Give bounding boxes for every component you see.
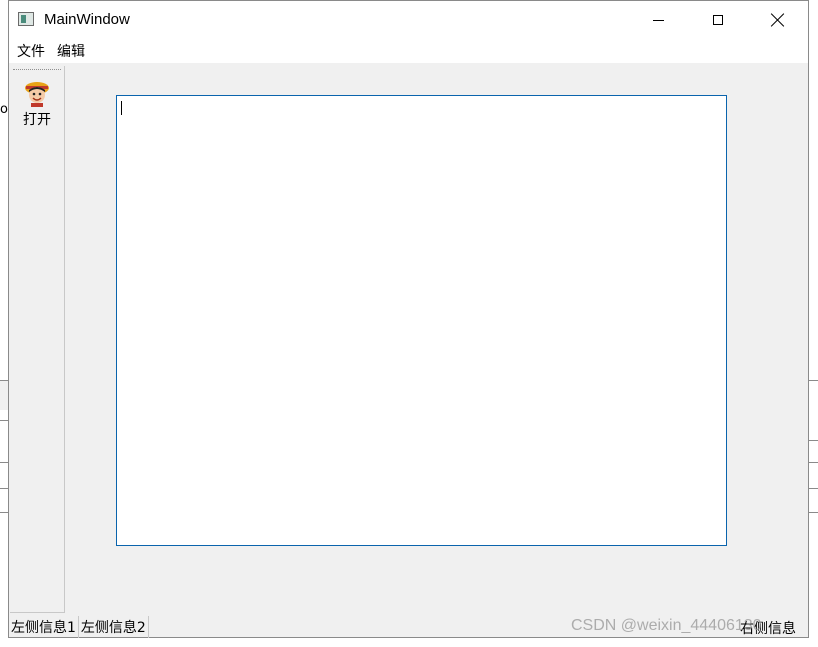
- minimize-icon: [652, 19, 664, 21]
- background-divider: [0, 512, 8, 513]
- toolbar: 打开: [10, 66, 65, 613]
- open-button-label: 打开: [23, 112, 51, 128]
- background-divider: [0, 462, 8, 463]
- window-title: MainWindow: [44, 11, 130, 28]
- menu-edit[interactable]: 编辑: [53, 39, 89, 63]
- status-left-info-2: 左侧信息2: [79, 615, 149, 638]
- toolbar-drag-handle[interactable]: [13, 69, 61, 70]
- csdn-watermark: CSDN @weixin_44406130: [571, 617, 762, 634]
- background-divider: [0, 420, 8, 421]
- maximize-button[interactable]: [688, 1, 748, 39]
- minimize-button[interactable]: [628, 1, 688, 39]
- background-window-fragment-left: [0, 380, 8, 410]
- maximize-icon: [713, 15, 723, 25]
- window-app-icon: [18, 12, 34, 26]
- text-editor[interactable]: [116, 95, 727, 546]
- background-divider: [0, 488, 8, 489]
- background-divider: [809, 440, 818, 441]
- close-icon: [771, 13, 785, 27]
- background-divider: [809, 512, 818, 513]
- open-button[interactable]: 打开: [12, 78, 62, 134]
- menu-bar: 文件 编辑: [9, 39, 808, 63]
- background-divider: [809, 488, 818, 489]
- background-divider: [0, 380, 8, 381]
- title-bar[interactable]: MainWindow: [9, 1, 808, 39]
- main-window: MainWindow 文件 编辑 打开 左侧信息1 左侧信息2 右侧信息: [8, 0, 809, 638]
- text-caret: [121, 101, 122, 115]
- background-divider: [809, 380, 818, 381]
- background-divider: [809, 462, 818, 463]
- status-left-info-1: 左侧信息1: [9, 615, 79, 638]
- pirate-avatar-icon: [25, 82, 49, 107]
- close-button[interactable]: [748, 1, 808, 39]
- menu-file[interactable]: 文件: [13, 39, 49, 63]
